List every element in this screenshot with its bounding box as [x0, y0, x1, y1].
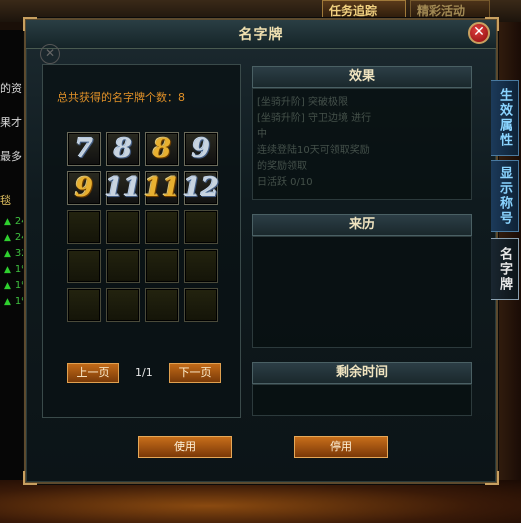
- up-arrow-icon: ▲: [4, 297, 11, 307]
- effect-faint-text: [坐骑升阶] 突破极限: [257, 97, 348, 108]
- nameplate-number-icon: 11: [104, 173, 142, 203]
- nameplate-number-icon: 8: [113, 134, 133, 164]
- nameplate-slot[interactable]: 11: [143, 171, 181, 205]
- nameplate-slot[interactable]: 9: [184, 132, 218, 166]
- up-arrow-icon: ▲: [4, 265, 11, 275]
- up-arrow-icon: ▲: [4, 249, 11, 259]
- background-text: 的资: [0, 82, 22, 95]
- source-section-header: 来历: [252, 214, 472, 236]
- background-close-icon: ✕: [40, 44, 60, 64]
- frame-corner: [485, 17, 499, 31]
- effect-faint-text: 日活跃 0/10: [257, 177, 313, 188]
- empty-nameplate-slot[interactable]: [145, 210, 179, 244]
- window-title: 名字牌: [238, 27, 284, 43]
- background-label: 毯: [0, 194, 11, 207]
- nameplate-number-icon: 8: [152, 134, 172, 164]
- nameplate-collection-panel: 总共获得的名字牌个数：8 7 8 8 9 9 11 11 12 上一页 1/1 下一页: [42, 64, 241, 418]
- source-section-body: [252, 236, 472, 348]
- nameplate-slot[interactable]: 8: [106, 132, 140, 166]
- game-scene-bottom: [0, 480, 521, 523]
- background-text: 最多: [0, 150, 22, 163]
- effect-faint-text: 连续登陆10天可领取奖励: [257, 145, 370, 156]
- empty-nameplate-slot[interactable]: [67, 288, 101, 322]
- empty-nameplate-slot[interactable]: [106, 210, 140, 244]
- nameplate-slot[interactable]: 8: [145, 132, 179, 166]
- up-arrow-icon: ▲: [4, 233, 11, 243]
- nameplate-slot[interactable]: 7: [67, 132, 101, 166]
- nameplate-slot[interactable]: 12: [182, 171, 220, 205]
- nameplate-number-icon: 12: [182, 173, 220, 203]
- stop-button[interactable]: 停用: [294, 436, 388, 458]
- empty-nameplate-slot[interactable]: [184, 288, 218, 322]
- background-text: 果才: [0, 116, 22, 129]
- empty-nameplate-slot[interactable]: [67, 210, 101, 244]
- empty-nameplate-slot[interactable]: [184, 249, 218, 283]
- nameplate-count-label: 总共获得的名字牌个数：8: [57, 91, 185, 104]
- tab-show-title[interactable]: 显示称号: [491, 160, 519, 232]
- nameplate-number-icon: 11: [143, 173, 181, 203]
- nameplate-grid: 7 8 8 9 9 11 11 12: [67, 132, 219, 322]
- frame-corner: [23, 471, 37, 485]
- empty-nameplate-slot[interactable]: [106, 288, 140, 322]
- page-indicator: 1/1: [135, 366, 153, 379]
- activity-button[interactable]: 精彩活动: [410, 0, 490, 20]
- effect-section-header: 效果: [252, 66, 472, 88]
- quest-tracking-button[interactable]: 任务追踪: [322, 0, 406, 20]
- effect-faint-text: 的奖励领取: [257, 161, 307, 172]
- up-arrow-icon: ▲: [4, 217, 11, 227]
- empty-nameplate-slot[interactable]: [145, 249, 179, 283]
- empty-nameplate-slot[interactable]: [106, 249, 140, 283]
- effect-faint-text: 中: [257, 129, 267, 140]
- nameplate-slot[interactable]: 9: [67, 171, 101, 205]
- nameplate-number-icon: 9: [191, 134, 211, 164]
- use-button[interactable]: 使用: [138, 436, 232, 458]
- next-page-button[interactable]: 下一页: [169, 363, 221, 383]
- nameplate-slot[interactable]: 11: [104, 171, 142, 205]
- effect-section-body: [坐骑升阶] 突破极限 [坐骑升阶] 守卫边境 进行 中 连续登陆10天可领取奖…: [252, 88, 472, 200]
- prev-page-button[interactable]: 上一页: [67, 363, 119, 383]
- nameplate-number-icon: 7: [74, 134, 94, 164]
- remaining-time-header: 剩余时间: [252, 362, 472, 384]
- frame-corner: [485, 471, 499, 485]
- empty-nameplate-slot[interactable]: [67, 249, 101, 283]
- tab-nameplate[interactable]: 名字牌: [491, 238, 519, 300]
- effect-faint-text: [坐骑升阶] 守卫边境 进行: [257, 113, 372, 124]
- nameplate-number-icon: 9: [74, 173, 94, 203]
- up-arrow-icon: ▲: [4, 281, 11, 291]
- tab-effect-attributes[interactable]: 生效属性: [491, 80, 519, 156]
- empty-nameplate-slot[interactable]: [184, 210, 218, 244]
- window-title-bar[interactable]: 名字牌 ✕: [26, 20, 496, 49]
- nameplate-window: 名字牌 ✕ ✕ 总共获得的名字牌个数：8 7 8 8 9 9 11 11 12 上一页 1/1…: [23, 17, 499, 485]
- remaining-time-body: [252, 384, 472, 416]
- empty-nameplate-slot[interactable]: [145, 288, 179, 322]
- frame-corner: [23, 17, 37, 31]
